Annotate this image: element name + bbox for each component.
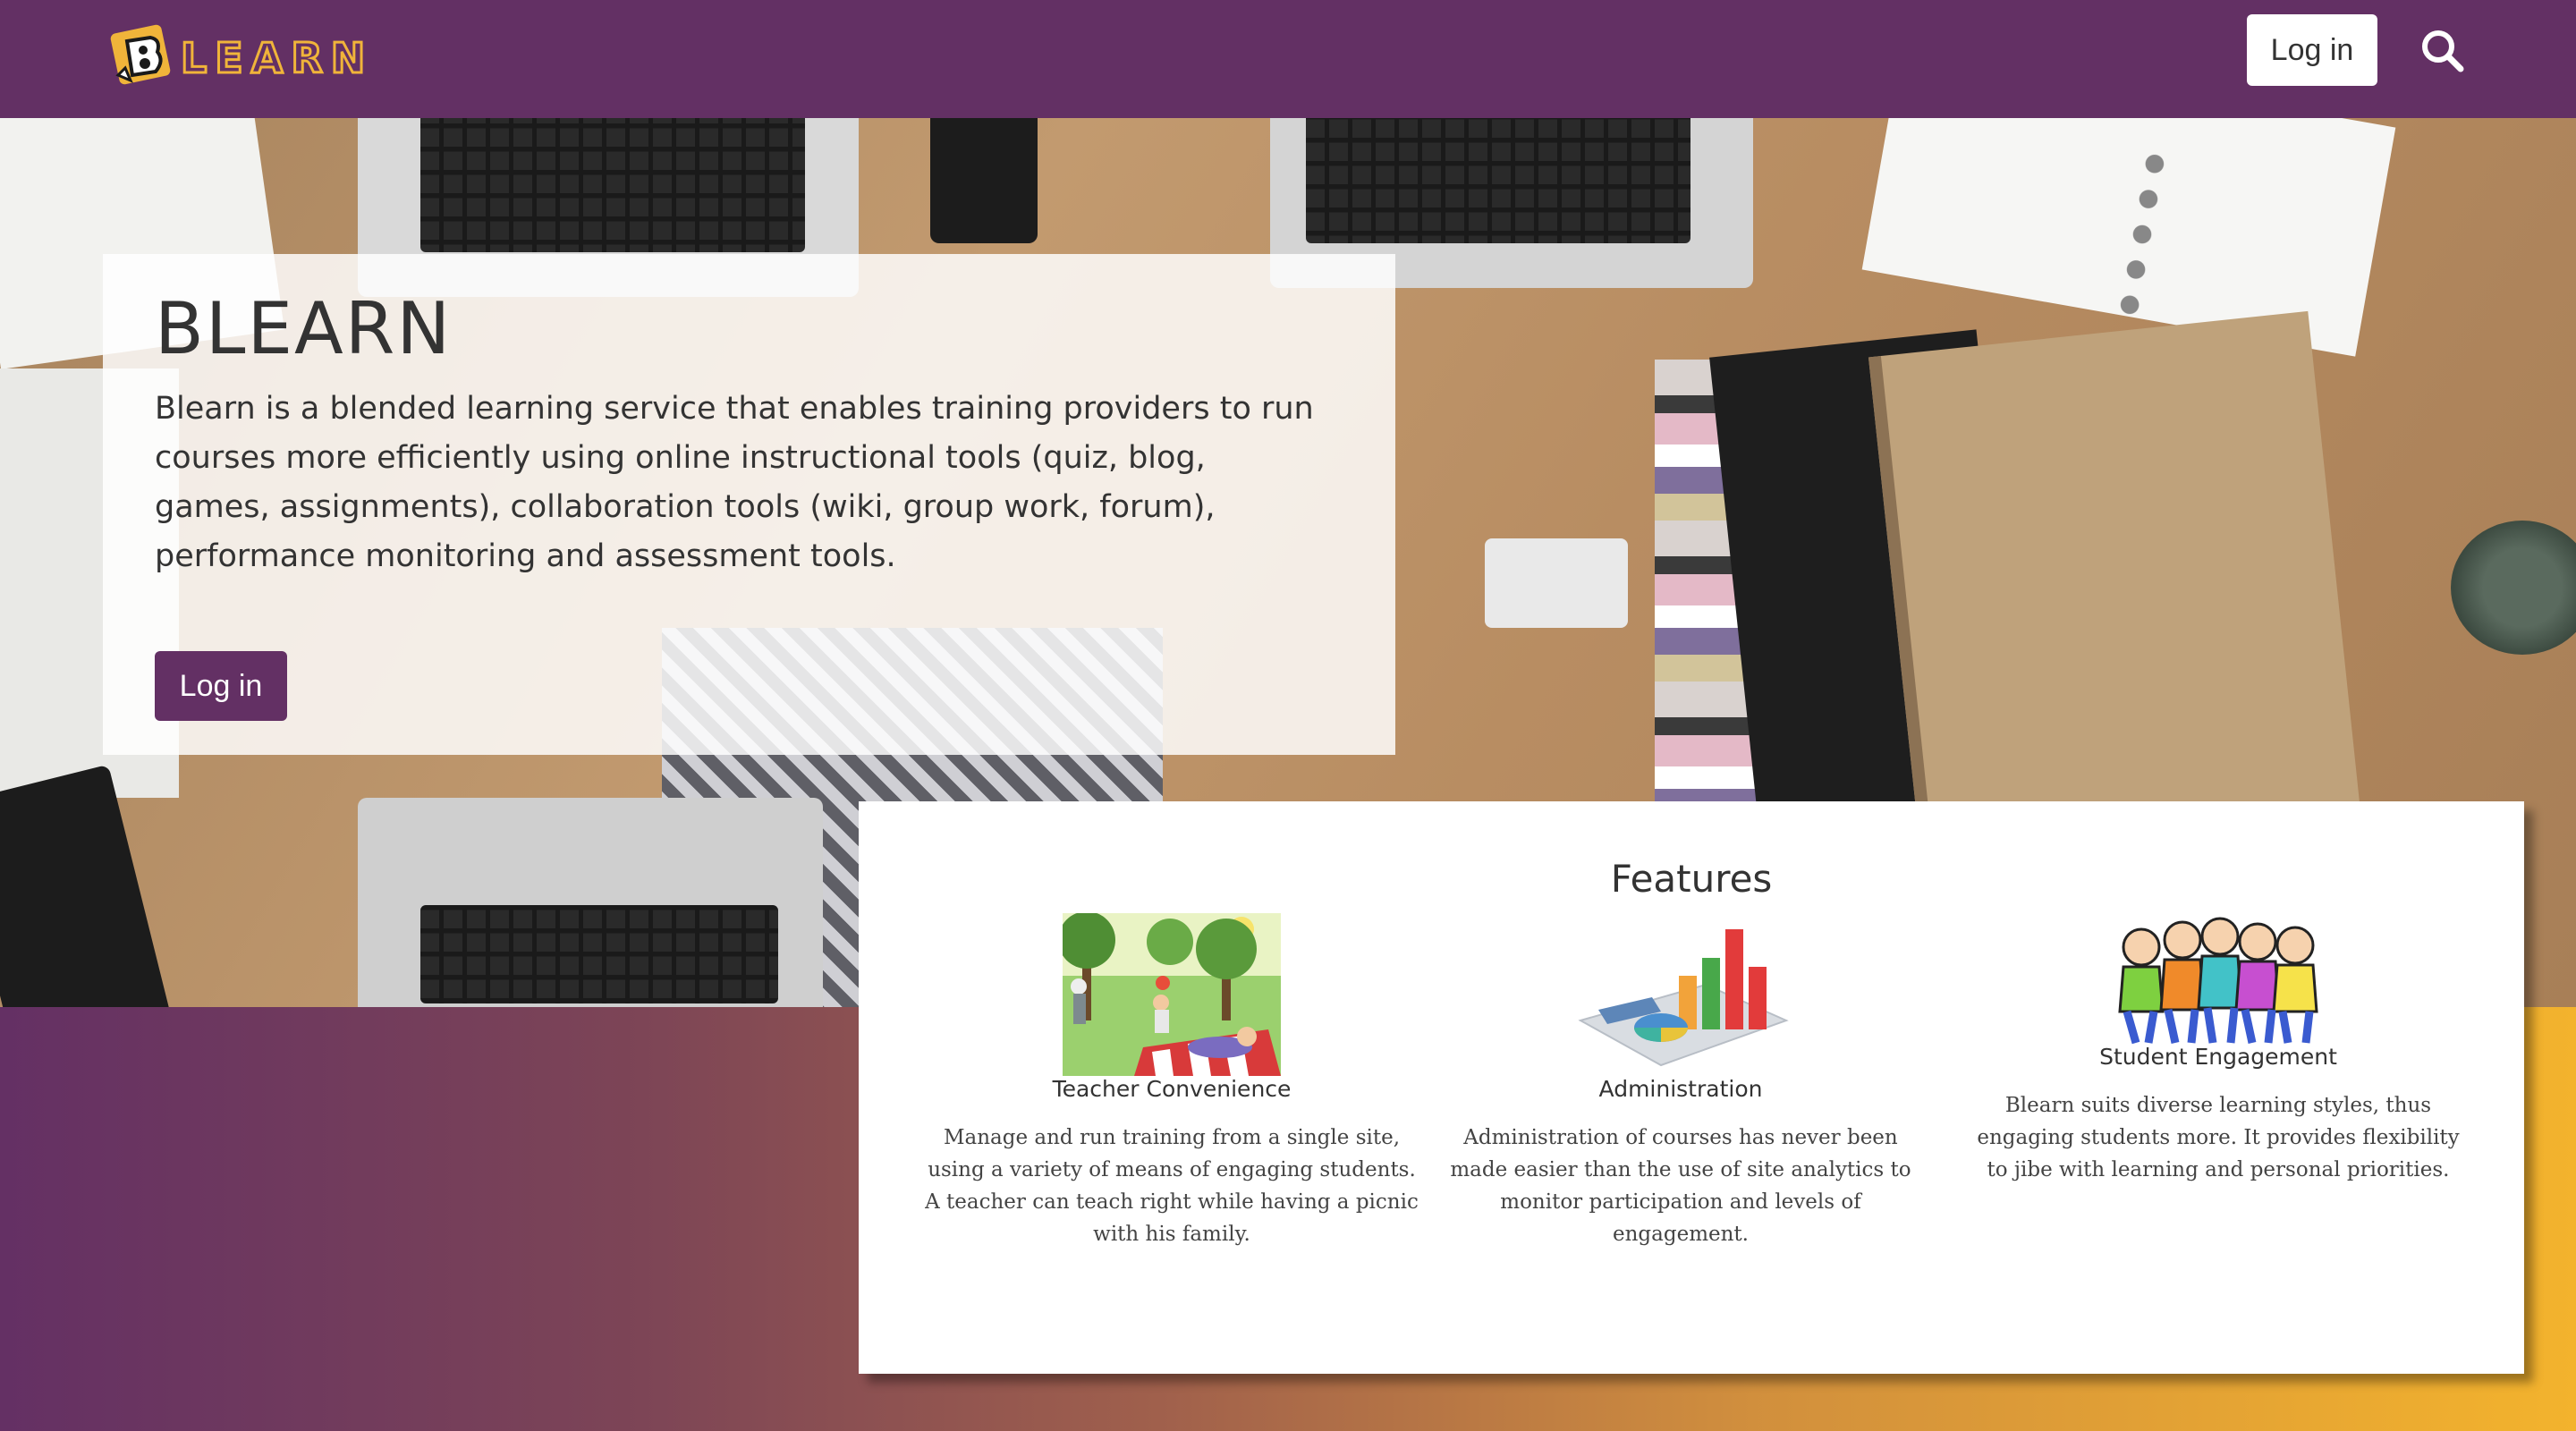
feature-description: Administration of courses has never been… <box>1450 1126 1911 1246</box>
feature-title: Administration <box>1598 1076 1763 1102</box>
search-icon[interactable] <box>2419 27 2467 75</box>
top-navbar: LEARN Log in <box>0 0 2576 118</box>
header-login-button[interactable]: Log in <box>2247 14 2377 86</box>
picnic-illustration <box>1063 913 1281 1076</box>
intro-login-button[interactable]: Log in <box>155 651 287 721</box>
feature-title: Teacher Convenience <box>1052 1076 1292 1102</box>
features-card: Features Teacher Convenience Manage and … <box>859 801 2524 1374</box>
page-title: BLEARN <box>155 287 453 370</box>
feature-title: Student Engagement <box>2099 1044 2337 1070</box>
students-group-illustration <box>2109 913 2327 1047</box>
intro-description: Blearn is a blended learning service tha… <box>155 391 1314 574</box>
feature-student-engagement: Student Engagement Blearn suits diverse … <box>1968 913 2469 1186</box>
logo-mark-icon <box>110 24 171 85</box>
analytics-chart-illustration <box>1572 913 1790 1076</box>
feature-description: Blearn suits diverse learning styles, th… <box>1977 1094 2460 1181</box>
features-heading: Features <box>1610 857 1773 901</box>
feature-description: Manage and run training from a single si… <box>925 1126 1419 1246</box>
intro-card: BLEARN Blearn is a blended learning serv… <box>103 254 1395 755</box>
logo-text: LEARN <box>179 33 374 84</box>
feature-teacher-convenience: Teacher Convenience Manage and run train… <box>921 913 1422 1250</box>
site-logo[interactable]: LEARN <box>109 20 373 91</box>
feature-administration: Administration Administration of courses… <box>1444 913 1918 1250</box>
